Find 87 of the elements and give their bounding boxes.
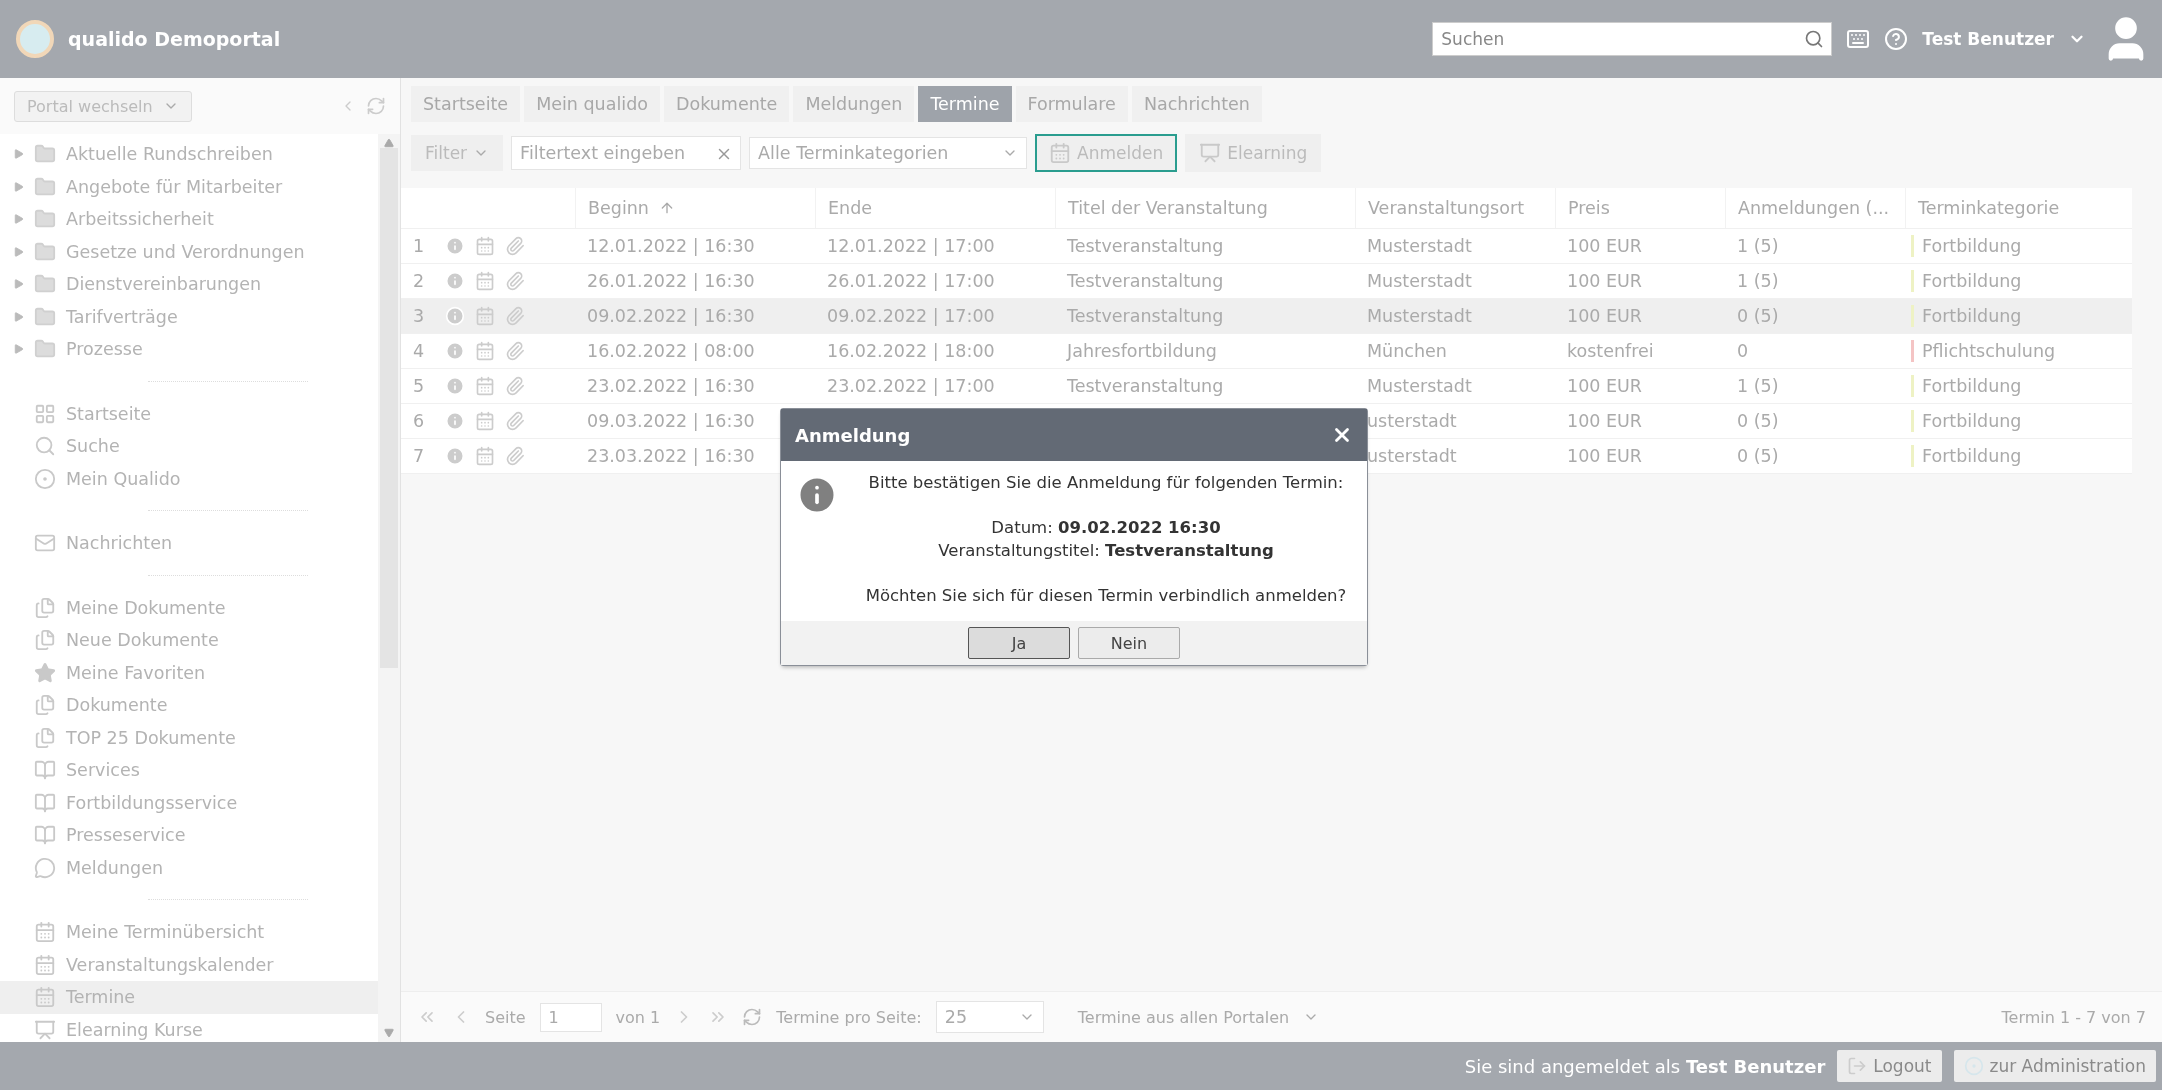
table-cell-text: kostenfrei	[1566, 341, 1655, 361]
nav-label: Elearning Kurse	[66, 1019, 203, 1040]
row-number: 7	[412, 446, 426, 466]
nav-label: Presseservice	[66, 825, 186, 846]
folder-label: Tarifverträge	[66, 306, 178, 327]
page-count: von 1	[615, 1007, 661, 1027]
row-number: 2	[412, 271, 426, 291]
table-cell-text: 12.01.2022 | 17:00	[826, 236, 996, 256]
dialog-title: Anmeldung	[795, 424, 911, 446]
folder-label: Angebote für Mitarbeiter	[66, 176, 283, 197]
table-cell-text: 100 EUR	[1566, 271, 1643, 291]
table-cell-text: 0 (5)	[1736, 446, 1780, 466]
table-cell-text: 0 (5)	[1736, 306, 1780, 326]
table-cell-text: 23.02.2022 | 16:30	[586, 376, 756, 396]
table-cell-text: Testveranstaltung	[1066, 271, 1225, 291]
table-cell-text: Musterstadt	[1366, 376, 1473, 396]
nav-label: Mein Qualido	[66, 468, 181, 489]
table-cell-text: 1 (5)	[1736, 236, 1780, 256]
nav-label: Meldungen	[66, 857, 163, 878]
table-cell-text: Jahresfortbildung	[1065, 341, 1218, 361]
dialog-question: Möchten Sie sich für diesen Termin verbindlich anmelden?	[865, 586, 1347, 605]
nav-label: Meine Terminübersicht	[66, 922, 265, 943]
table-cell-text: Testveranstaltung	[1066, 236, 1225, 256]
table-cell-text: 0	[1736, 341, 1750, 361]
page-label: Seite	[485, 1007, 526, 1027]
event-title: Veranstaltungstitel: Testveranstaltung	[938, 541, 1274, 560]
table-cell-text: 100 EUR	[1566, 411, 1643, 431]
dialog-message: Bitte bestätigen Sie die Anmeldung für folgenden Termin:	[868, 473, 1344, 492]
table-cell: Fortbildung	[1922, 446, 2022, 466]
nav-label: Startseite	[66, 403, 152, 424]
table-cell-text: 100 EUR	[1566, 376, 1643, 396]
table-cell-text: usterstadt	[1366, 446, 1458, 466]
table-cell-text: Testveranstaltung	[1066, 306, 1225, 326]
table-cell-text: 12.01.2022 | 16:30	[586, 236, 756, 256]
table-cell-text: usterstadt	[1366, 411, 1458, 431]
table-cell: Pflichtschulung	[1922, 341, 2056, 361]
nav-label: Suche	[66, 436, 120, 457]
row-number: 6	[412, 411, 426, 431]
nav-label: Meine Dokumente	[66, 597, 226, 618]
table-cell-text: Musterstadt	[1366, 306, 1473, 326]
table-cell-text: 23.02.2022 | 17:00	[826, 376, 996, 396]
table-cell-text: 100 EUR	[1566, 446, 1643, 466]
nav-label: Fortbildungsservice	[66, 792, 238, 813]
table-cell-text: 09.02.2022 | 17:00	[826, 306, 996, 326]
table-cell: Fortbildung	[1922, 271, 2022, 291]
table-cell: Fortbildung	[1922, 236, 2022, 256]
event-date: Datum: 09.02.2022 16:30	[991, 518, 1221, 537]
folder-label: Arbeitssicherheit	[66, 209, 214, 230]
nav-label: Termine	[66, 987, 136, 1008]
folder-label: Aktuelle Rundschreiben	[66, 144, 273, 165]
folder-label: Dienstvereinbarungen	[66, 274, 261, 295]
table-cell-text: Musterstadt	[1366, 271, 1473, 291]
row-number: 4	[412, 341, 426, 361]
table-cell: Fortbildung	[1922, 306, 2022, 326]
nav-label: TOP 25 Dokumente	[66, 727, 236, 748]
nav-label: Services	[66, 760, 140, 781]
table-cell-text: 09.03.2022 | 16:30	[586, 411, 756, 431]
nav-label: Veranstaltungskalender	[66, 954, 274, 975]
table-cell-text: 23.03.2022 | 16:30	[586, 446, 756, 466]
app-title: qualido Demoportal	[68, 28, 282, 50]
table-cell-text: 100 EUR	[1566, 236, 1643, 256]
table-cell: Fortbildung	[1922, 376, 2022, 396]
nav-label: Meine Favoriten	[66, 662, 206, 683]
row-number: 3	[412, 306, 426, 326]
nav-label: Neue Dokumente	[66, 630, 219, 651]
login-status: Sie sind angemeldet als Test Benutzer	[1464, 1055, 1826, 1077]
table-cell-text: 09.02.2022 | 16:30	[586, 306, 756, 326]
nav-label: Dokumente	[66, 695, 168, 716]
per-page-label: Termine pro Seite:	[776, 1007, 922, 1027]
row-number: 1	[412, 236, 426, 256]
table-cell-text: Testveranstaltung	[1066, 376, 1225, 396]
table-cell: Fortbildung	[1922, 411, 2022, 431]
table-cell-text: 1 (5)	[1736, 376, 1780, 396]
nav-label: Nachrichten	[66, 533, 173, 554]
table-cell-text: 100 EUR	[1566, 306, 1643, 326]
folder-label: Gesetze und Verordnungen	[66, 241, 305, 262]
table-cell-text: 26.01.2022 | 16:30	[586, 271, 756, 291]
table-cell-text: München	[1366, 341, 1448, 361]
folder-label: Prozesse	[66, 339, 143, 360]
table-cell-text: 16.02.2022 | 08:00	[586, 341, 756, 361]
row-number: 5	[412, 376, 426, 396]
result-summary: Termin 1 - 7 von 7	[2001, 1007, 2146, 1027]
table-cell-text: 0 (5)	[1736, 411, 1780, 431]
table-cell-text: 16.02.2022 | 18:00	[826, 341, 996, 361]
table-cell-text: 1 (5)	[1736, 271, 1780, 291]
table-cell-text: 26.01.2022 | 17:00	[826, 271, 996, 291]
table-cell-text: Musterstadt	[1366, 236, 1473, 256]
